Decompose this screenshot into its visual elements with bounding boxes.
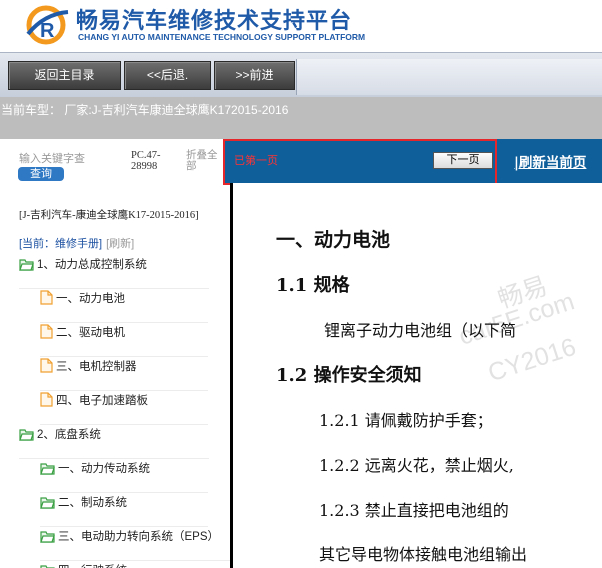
logo-letter: R — [40, 20, 55, 42]
current-vehicle-label: 当前车型： 厂家:J-吉利汽车康迪全球鹰K172015-2016 — [1, 103, 289, 117]
folder-open-icon — [40, 564, 55, 568]
folder-open-icon — [40, 496, 55, 516]
toolbar: 返回主目录 <<后退. >>前进 — [0, 52, 602, 97]
search-button[interactable]: 查询 — [18, 167, 64, 181]
subsection-heading: 1.1 规格 — [276, 275, 350, 296]
sidebar-refresh-link[interactable]: [刷新] — [106, 238, 134, 250]
folder-open-icon — [19, 428, 34, 448]
sidebar: 查询 PC.47-28998 折叠全部 [J-吉利汽车-康迪全球鹰K17-201… — [0, 139, 230, 568]
tree-item-label: 二、驱动电机 — [56, 327, 125, 339]
subsection-heading: 1.2 操作安全须知 — [276, 365, 422, 386]
refresh-page-link[interactable]: |刷新当前页 — [514, 151, 586, 171]
tree-item[interactable]: 三、电机控制器 — [40, 357, 208, 391]
forward-button[interactable]: >>前进 — [214, 61, 295, 90]
document-icon — [40, 290, 53, 312]
breadcrumb: [J-吉利汽车-康迪全球鹰K17-2015-2016] — [19, 210, 199, 221]
tree-item[interactable]: 二、驱动电机 — [40, 323, 208, 357]
tree-item[interactable]: 一、动力传动系统 — [40, 459, 208, 493]
vehicle-strip: 当前车型： 厂家:J-吉利汽车康迪全球鹰K172015-2016 — [0, 97, 602, 139]
document-pane: 畅易 car5E.com CY2016 一、动力电池 1.1 规格 锂离子动力电… — [233, 183, 602, 568]
logo-icon: R — [26, 5, 69, 45]
document-icon — [40, 324, 53, 346]
paragraph: 1.2.3 禁止直接把电池组的 — [319, 501, 509, 520]
header: R 畅易汽车维修技术支持平台 CHANG YI AUTO MAINTENANCE… — [0, 0, 602, 52]
section-heading: 一、动力电池 — [276, 229, 391, 251]
search-input[interactable] — [19, 151, 125, 167]
document-icon — [40, 358, 53, 380]
home-button[interactable]: 返回主目录 — [8, 61, 121, 90]
tree-item-label: 1、动力总成控制系统 — [37, 259, 147, 271]
folder-open-icon — [40, 462, 55, 482]
paragraph: 1.2.1 请佩戴防护手套； — [319, 411, 493, 430]
tree-item-label: 2、底盘系统 — [37, 429, 101, 441]
tree-item-label: 三、电动助力转向系统（EPS） — [58, 531, 220, 543]
tree-item[interactable]: 二、制动系统 — [40, 493, 208, 527]
folder-open-icon — [40, 530, 55, 550]
collapse-all-link[interactable]: 折叠全部 — [186, 150, 226, 172]
tree-item[interactable]: 一、动力电池 — [40, 289, 208, 323]
paragraph: 1.2.2 远离火花，禁止烟火, — [319, 456, 514, 475]
tree-item[interactable]: 三、电动助力转向系统（EPS） — [40, 527, 230, 561]
tree-item-label: 四、电子加速踏板 — [56, 395, 148, 407]
tree-item[interactable]: 四、电子加速踏板 — [40, 391, 208, 425]
pc-code: PC.47-28998 — [131, 150, 161, 172]
tree-item-label: 一、动力电池 — [56, 293, 125, 305]
paragraph: 锂离子动力电池组（以下简 — [324, 321, 517, 340]
watermark-line: CY2016 — [484, 332, 580, 388]
tree-item-label: 二、制动系统 — [58, 497, 127, 509]
folder-open-icon — [19, 258, 34, 278]
tree-item-label: 一、动力传动系统 — [58, 463, 150, 475]
tree-item-label: 三、电机控制器 — [56, 361, 137, 373]
document-icon — [40, 392, 53, 414]
tree-item[interactable]: 1、动力总成控制系统 — [19, 255, 209, 289]
current-section-label: [当前：维修手册] — [19, 238, 103, 250]
brand-title: 畅易汽车维修技术支持平台 — [76, 9, 353, 34]
next-page-button[interactable]: 下一页 — [433, 152, 493, 169]
brand-subtitle: CHANG YI AUTO MAINTENANCE TECHNOLOGY SUP… — [78, 32, 366, 42]
tree-item[interactable]: 2、底盘系统 — [19, 425, 209, 459]
watermark-line: 畅易 — [494, 271, 551, 314]
page-position-label: 已第一页 — [234, 155, 278, 167]
toolbar-filler — [296, 59, 602, 95]
back-button[interactable]: <<后退. — [124, 61, 211, 90]
paragraph: 其它导电物体接触电池组输出 — [319, 545, 528, 564]
current-section: [当前：维修手册] [刷新] — [19, 235, 134, 251]
tree-item[interactable]: 四、行驶系统 — [40, 561, 208, 568]
